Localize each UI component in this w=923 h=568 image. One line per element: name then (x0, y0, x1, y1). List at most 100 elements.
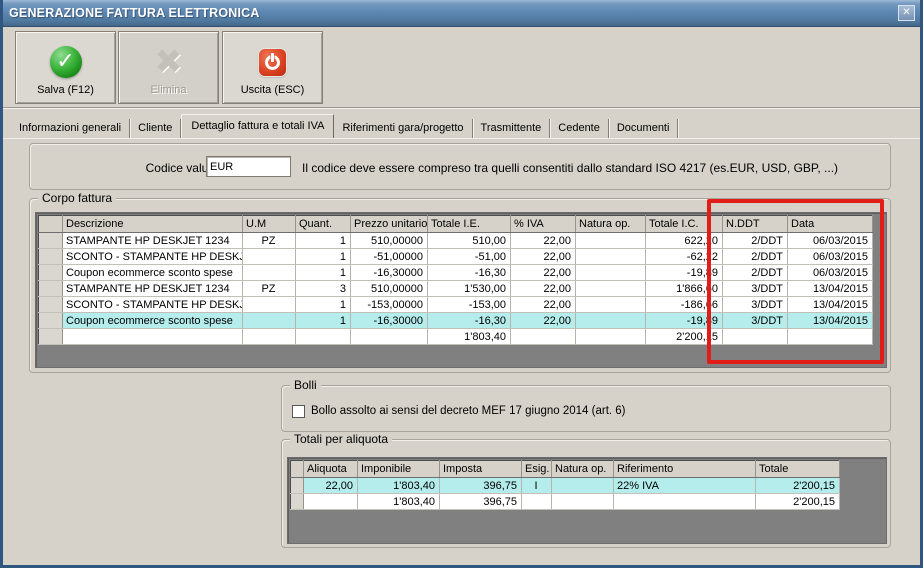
row-selector[interactable] (39, 281, 63, 297)
power-icon (259, 49, 286, 76)
cell: 1 (296, 297, 351, 313)
row-selector[interactable] (39, 329, 63, 345)
cell (296, 329, 351, 345)
column-header[interactable]: Imposta (440, 461, 522, 478)
selector-column-header[interactable] (291, 461, 304, 478)
table-row[interactable]: Coupon ecommerce sconto spese1-16,30000-… (39, 313, 873, 329)
cell: 13/04/2015 (788, 313, 873, 329)
cell: 22,00 (511, 233, 576, 249)
cell: 22,00 (511, 249, 576, 265)
cell: -16,30 (428, 265, 511, 281)
currency-code-label: Codice valuta : (70, 161, 225, 175)
column-header[interactable]: Totale I.C. (646, 216, 723, 233)
table-row[interactable]: 1'803,40 2'200,15 (39, 329, 873, 345)
column-header[interactable]: Natura op. (576, 216, 646, 233)
column-header[interactable]: Natura op. (552, 461, 614, 478)
column-header[interactable]: U.M (243, 216, 296, 233)
cell: STAMPANTE HP DESKJET 1234 (63, 233, 243, 249)
cell: 2/DDT (723, 233, 788, 249)
tab-trasmittente[interactable]: Trasmittente (473, 119, 551, 138)
cell: 06/03/2015 (788, 249, 873, 265)
cell: 2'200,15 (646, 329, 723, 345)
table-row[interactable]: SCONTO - STAMPANTE HP DESKJET 1...1-51,0… (39, 249, 873, 265)
cell: 396,75 (440, 478, 522, 494)
cell: PZ (243, 281, 296, 297)
cell (576, 265, 646, 281)
delete-button: ✖ Elimina (118, 31, 219, 104)
check-circle-icon (50, 46, 82, 78)
cell (576, 233, 646, 249)
tab-documenti[interactable]: Documenti (609, 119, 679, 138)
cell: -62,22 (646, 249, 723, 265)
close-icon[interactable]: ✕ (898, 5, 915, 21)
table-row[interactable]: Coupon ecommerce sconto spese1-16,30000-… (39, 265, 873, 281)
column-header[interactable]: Totale (756, 461, 840, 478)
cell: 22% IVA (614, 478, 756, 494)
column-header[interactable]: Descrizione (63, 216, 243, 233)
row-selector[interactable] (39, 313, 63, 329)
save-button-label: Salva (F12) (37, 84, 94, 96)
column-header[interactable]: Imponibile (358, 461, 440, 478)
row-selector[interactable] (39, 265, 63, 281)
cell (243, 329, 296, 345)
table-row[interactable]: STAMPANTE HP DESKJET 1234PZ3510,000001'5… (39, 281, 873, 297)
row-selector[interactable] (39, 233, 63, 249)
tab-cliente[interactable]: Cliente (130, 119, 181, 138)
column-header[interactable]: Aliquota (304, 461, 358, 478)
cell (576, 313, 646, 329)
exit-button[interactable]: Uscita (ESC) (222, 31, 323, 104)
cell: 1'803,40 (428, 329, 511, 345)
cell (552, 494, 614, 510)
tabstrip-baseline (3, 138, 920, 139)
table-row[interactable]: 1'803,40396,752'200,15 (291, 494, 840, 510)
cell: 1'530,00 (428, 281, 511, 297)
cell: 2'200,15 (756, 478, 840, 494)
cell: 510,00000 (351, 281, 428, 297)
row-selector[interactable] (291, 494, 304, 510)
column-header[interactable]: Prezzo unitario (351, 216, 428, 233)
cell: 13/04/2015 (788, 297, 873, 313)
stamp-duty-checkbox[interactable] (292, 405, 305, 418)
cell: -153,00000 (351, 297, 428, 313)
column-header[interactable]: Esig. (522, 461, 552, 478)
row-selector[interactable] (291, 478, 304, 494)
tab-dettaglio-fattura[interactable]: Dettaglio fattura e totali IVA (181, 114, 334, 138)
column-header[interactable]: % IVA (511, 216, 576, 233)
cell (304, 494, 358, 510)
invoice-body-title: Corpo fattura (38, 191, 116, 205)
row-selector[interactable] (39, 249, 63, 265)
table-row[interactable]: SCONTO - STAMPANTE HP DESKJET 1...1-153,… (39, 297, 873, 313)
x-mark-icon: ✖ (154, 45, 183, 79)
currency-groupbox: Codice valuta : Il codice deve essere co… (29, 143, 891, 190)
cell: 13/04/2015 (788, 281, 873, 297)
cell: -153,00 (428, 297, 511, 313)
cell: 396,75 (440, 494, 522, 510)
column-header[interactable]: Riferimento (614, 461, 756, 478)
column-header[interactable]: N.DDT (723, 216, 788, 233)
toolbar-separator (3, 107, 920, 109)
vat-totals-groupbox: Totali per aliquota AliquotaImponibileIm… (281, 439, 891, 548)
cell: 510,00 (428, 233, 511, 249)
cell: 1 (296, 249, 351, 265)
cell: -16,30 (428, 313, 511, 329)
column-header[interactable]: Data (788, 216, 873, 233)
column-header[interactable]: Quant. (296, 216, 351, 233)
cell: 1 (296, 233, 351, 249)
cell: 22,00 (511, 281, 576, 297)
currency-hint-text: Il codice deve essere compreso tra quell… (302, 161, 838, 175)
tab-cedente[interactable]: Cedente (550, 119, 609, 138)
table-row[interactable]: 22,001'803,40396,75I22% IVA2'200,15 (291, 478, 840, 494)
cell: 1'803,40 (358, 494, 440, 510)
tab-informazioni-generali[interactable]: Informazioni generali (11, 119, 130, 138)
table-row[interactable]: STAMPANTE HP DESKJET 1234PZ1510,00000510… (39, 233, 873, 249)
column-header[interactable]: Totale I.E. (428, 216, 511, 233)
cell: 1 (296, 265, 351, 281)
titlebar[interactable]: GENERAZIONE FATTURA ELETTRONICA ✕ (0, 0, 923, 27)
currency-code-input[interactable] (206, 156, 291, 177)
delete-button-label: Elimina (150, 84, 186, 96)
cell (576, 249, 646, 265)
row-selector[interactable] (39, 297, 63, 313)
tab-riferimenti-gara[interactable]: Riferimenti gara/progetto (334, 119, 472, 138)
save-button[interactable]: Salva (F12) (15, 31, 116, 104)
selector-column-header[interactable] (39, 216, 63, 233)
